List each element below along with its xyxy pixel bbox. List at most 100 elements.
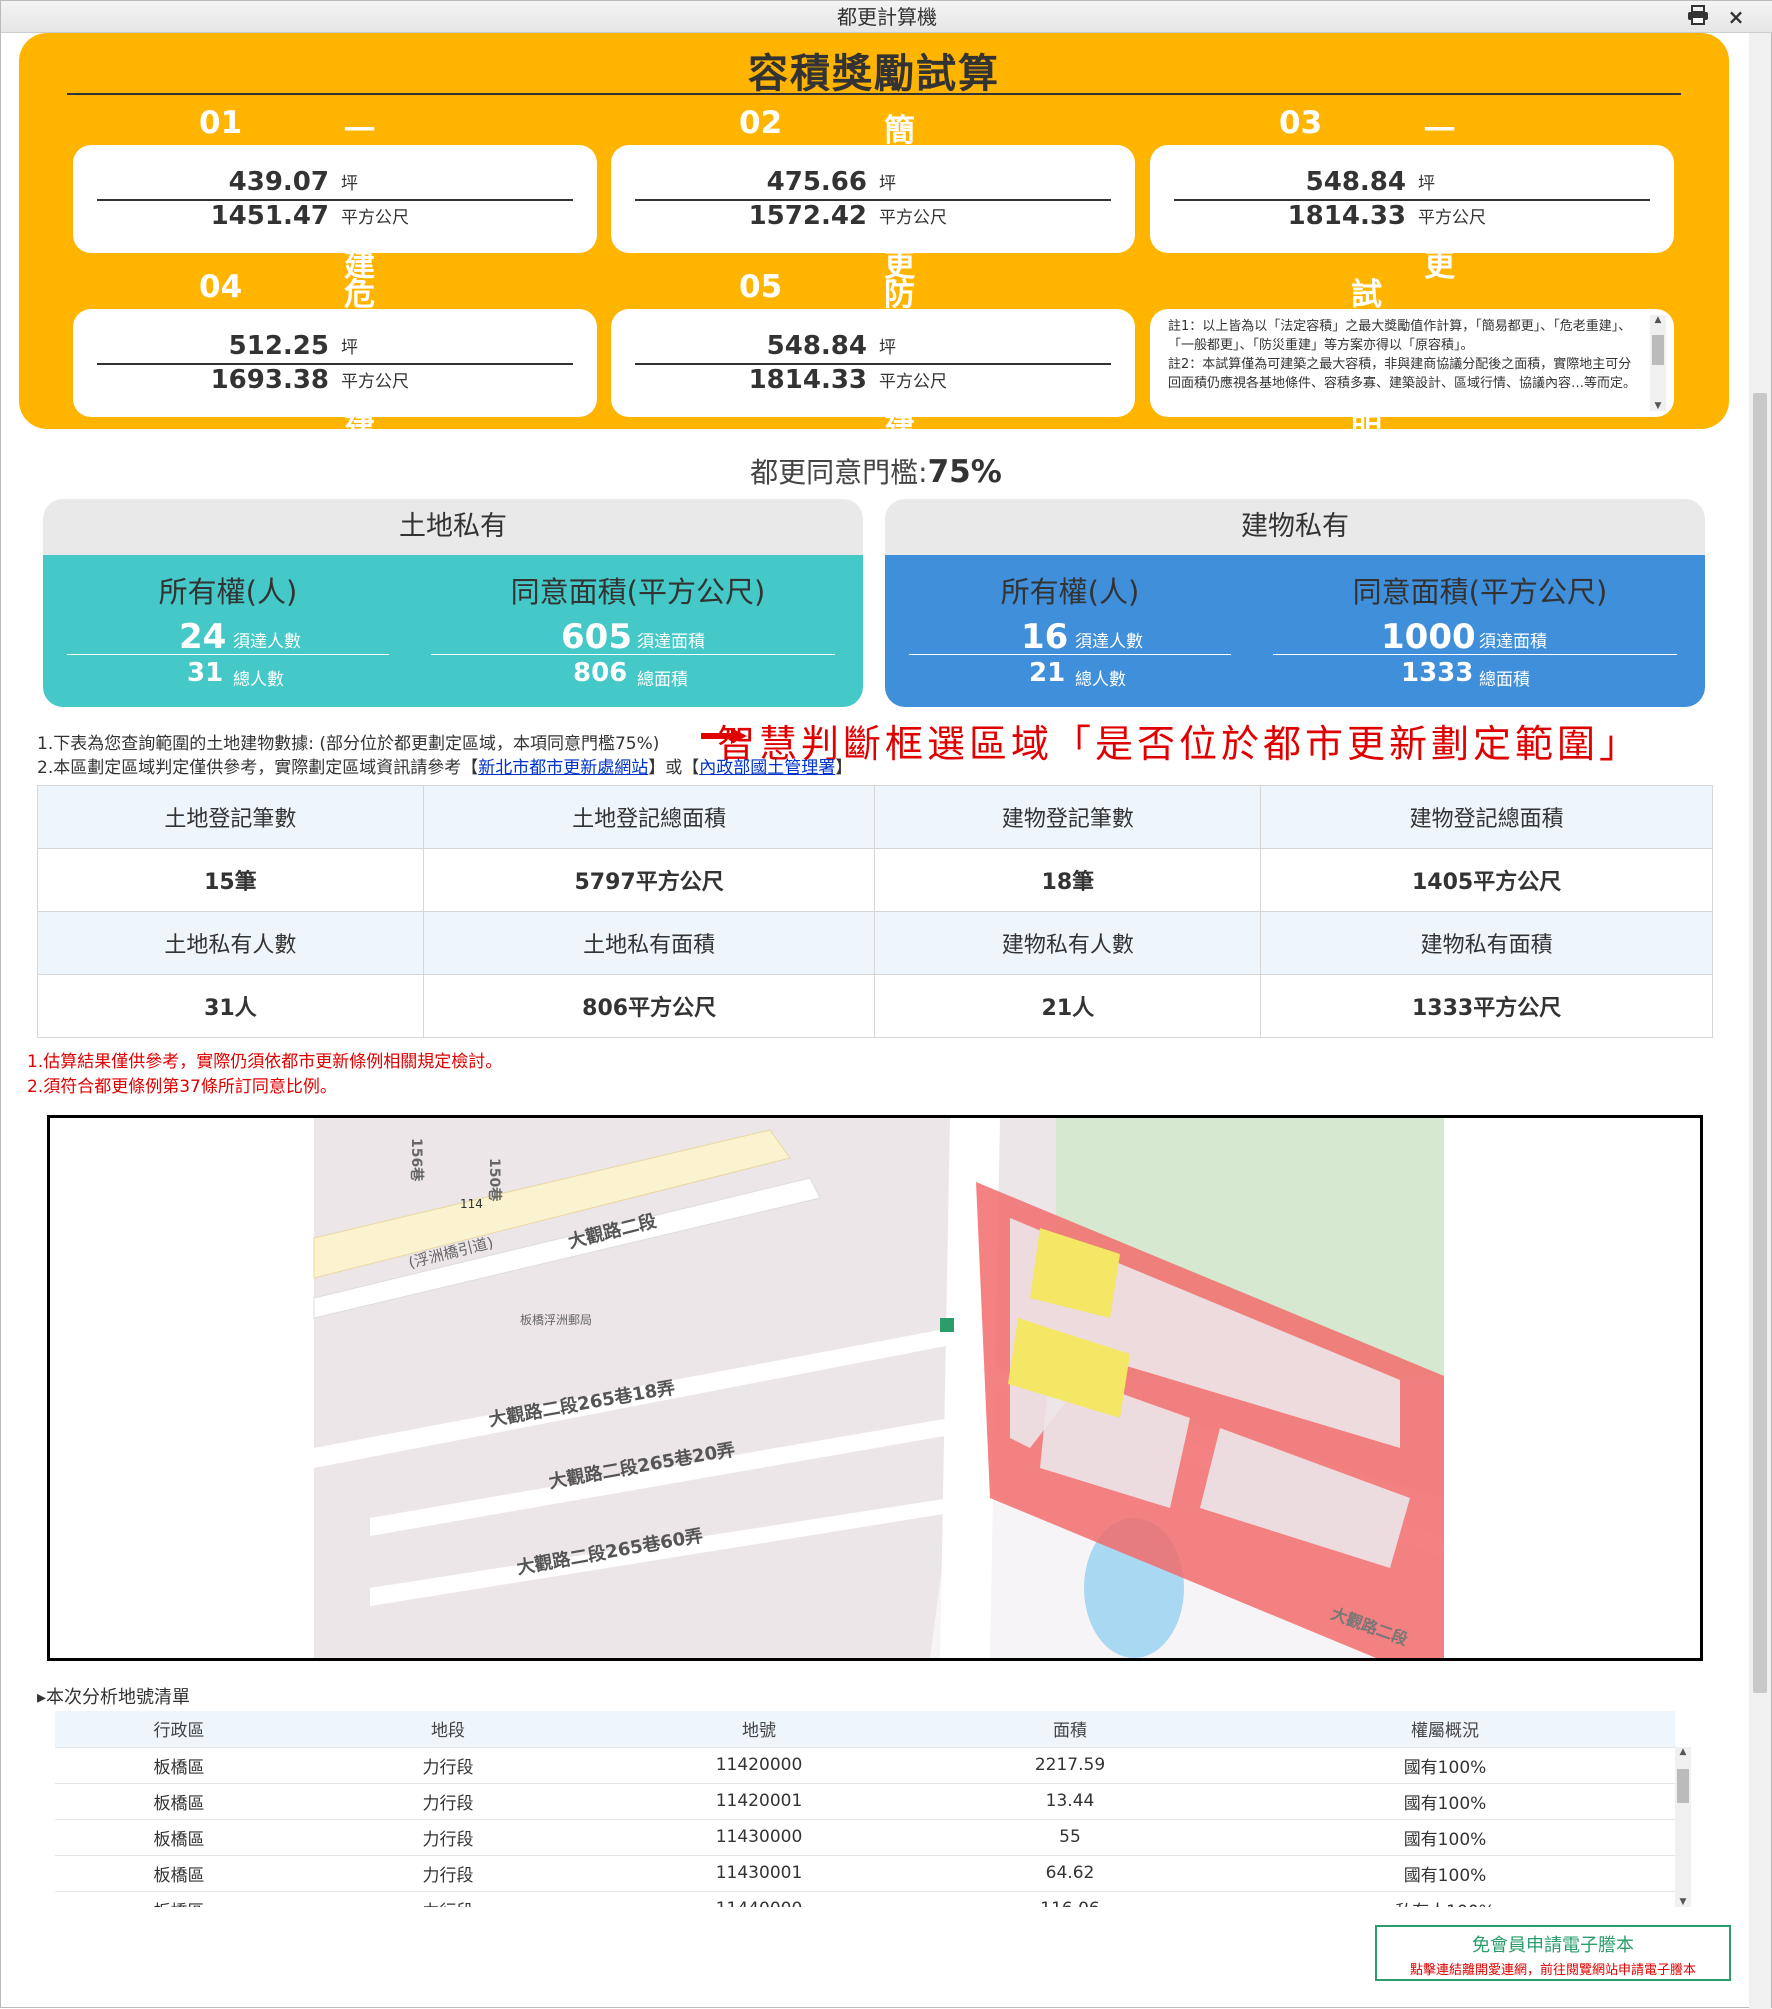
lots-table-wrapper[interactable]: 行政區 地段 地號 面積 權屬概況 板橋區 力行段 11420000 2217.59 國… bbox=[55, 1711, 1695, 1907]
far-bonus-panel: 容積獎勵試算 01 一般興建 02 簡易都更 03 一般都更 04 危老重建 0… bbox=[19, 33, 1729, 448]
table-header-cell: 土地私有面積 bbox=[422, 911, 876, 975]
table-cell: 18筆 bbox=[874, 848, 1262, 912]
far-ping-value: 548.84 bbox=[766, 331, 867, 361]
map-view[interactable]: 大觀路二段 大觀路二段265巷18弄 大觀路二段265巷20弄 大觀路二段265… bbox=[47, 1115, 1703, 1661]
far-box-divider bbox=[635, 199, 1111, 201]
page-scrollbar-thumb[interactable] bbox=[1753, 393, 1767, 1693]
divider bbox=[67, 654, 389, 655]
far-box-02: 475.66 坪 1572.42 平方公尺 bbox=[611, 145, 1135, 253]
e-transcript-title: 免會員申請電子謄本 bbox=[1472, 1935, 1634, 1956]
notes-scrollbar[interactable]: ▲ ▼ bbox=[1650, 315, 1666, 411]
table-cell: 13.44 bbox=[925, 1783, 1215, 1820]
far-num: 03 bbox=[1279, 105, 1323, 141]
notes-scrollbar-thumb[interactable] bbox=[1652, 335, 1664, 365]
table-cell: 力行段 bbox=[303, 1855, 593, 1892]
far-sqm-value: 1451.47 bbox=[210, 201, 329, 231]
unit-ping: 坪 bbox=[1418, 174, 1435, 194]
area-needed-label: 須達面積 bbox=[637, 632, 705, 652]
divider bbox=[909, 654, 1231, 655]
unit-sqm: 平方公尺 bbox=[879, 208, 947, 228]
threshold-label: 都更同意門檻: bbox=[750, 456, 928, 489]
page-scrollbar[interactable] bbox=[1749, 33, 1771, 2009]
far-box-divider bbox=[1174, 199, 1650, 201]
notes-text: 註1：以上皆為以「法定容積」之最大獎勵值作計算，「簡易都更」、「危老重建」、「一… bbox=[1168, 317, 1644, 393]
owners-header: 所有權(人) bbox=[158, 575, 298, 609]
map-canvas[interactable]: 大觀路二段 大觀路二段265巷18弄 大觀路二段265巷20弄 大觀路二段265… bbox=[50, 1118, 1700, 1658]
far-num: 02 bbox=[739, 105, 783, 141]
note-2: 註2：本試算僅為可建築之最大容積，非與建商協議分配後之面積，實際地主可分回面積仍… bbox=[1168, 357, 1637, 391]
table-header-cell: 地段 bbox=[303, 1711, 593, 1748]
scroll-up-icon[interactable]: ▲ bbox=[1650, 315, 1666, 325]
area-total: 1333 bbox=[1401, 658, 1474, 688]
lots-table: 行政區 地段 地號 面積 權屬概況 板橋區 力行段 11420000 2217.59 國… bbox=[55, 1711, 1675, 1907]
table-cell: 11440000 bbox=[593, 1891, 925, 1907]
table-header-cell: 行政區 bbox=[55, 1711, 303, 1748]
link-national-land-agency[interactable]: 內政部國土管理署 bbox=[699, 758, 835, 778]
owners-needed: 16 bbox=[1021, 617, 1069, 657]
e-transcript-button[interactable]: 免會員申請電子謄本 點擊連結離開愛連網，前往閱覽網站申請電子謄本 bbox=[1375, 1925, 1731, 1981]
area-needed-label: 須達面積 bbox=[1479, 632, 1547, 652]
far-num: 04 bbox=[199, 269, 243, 305]
table-row: 15筆 5797平方公尺 18筆 1405平方公尺 bbox=[37, 848, 1713, 912]
link-newtaipei-urban-renewal[interactable]: 新北市都市更新處網站 bbox=[478, 758, 648, 778]
info-text: 】 bbox=[835, 758, 853, 778]
table-header-cell: 建物私有人數 bbox=[874, 911, 1262, 975]
close-button[interactable]: × bbox=[1723, 5, 1749, 29]
unit-ping: 坪 bbox=[879, 174, 896, 194]
far-box-04: 512.25 坪 1693.38 平方公尺 bbox=[73, 309, 597, 417]
table-header-cell: 面積 bbox=[925, 1711, 1215, 1748]
far-num: 01 bbox=[199, 105, 243, 141]
table-header-cell: 建物登記總面積 bbox=[1260, 785, 1713, 849]
info-line-2: 2.本區劃定區域判定僅供參考，實際劃定區域資訊請參考【新北市都市更新處網站】或【… bbox=[37, 753, 852, 778]
far-box-divider bbox=[635, 363, 1111, 365]
table-cell: 板橋區 bbox=[55, 1891, 303, 1907]
land-private-panel: 土地私有 所有權(人) 同意面積(平方公尺) 24 須達人數 31 總人數 60… bbox=[43, 499, 863, 707]
table-cell: 力行段 bbox=[303, 1819, 593, 1856]
table-cell: 國有100% bbox=[1215, 1855, 1675, 1892]
lots-scrollbar-thumb[interactable] bbox=[1677, 1769, 1689, 1803]
table-row: 板橋區力行段11440000116.06私有人100% bbox=[55, 1891, 1675, 1907]
table-header-cell: 權屬概況 bbox=[1215, 1711, 1675, 1748]
table-cell: 力行段 bbox=[303, 1783, 593, 1820]
divider bbox=[1273, 654, 1677, 655]
table-cell: 板橋區 bbox=[55, 1819, 303, 1856]
owners-total-label: 總人數 bbox=[233, 670, 284, 690]
far-ping-value: 439.07 bbox=[228, 167, 329, 197]
e-transcript-subtitle: 點擊連結離開愛連網，前往閱覽網站申請電子謄本 bbox=[1409, 1963, 1696, 1978]
lots-list-title: ▸本次分析地號清單 bbox=[37, 1687, 191, 1708]
table-row: 行政區 地段 地號 面積 權屬概況 bbox=[55, 1711, 1675, 1748]
consent-threshold: 都更同意門檻:75% bbox=[1, 451, 1751, 491]
far-title-divider bbox=[67, 93, 1681, 95]
table-cell: 116.06 bbox=[925, 1891, 1215, 1907]
far-sqm-value: 1814.33 bbox=[748, 365, 867, 395]
unit-ping: 坪 bbox=[879, 338, 896, 358]
lots-scrollbar[interactable]: ▲ ▼ bbox=[1675, 1747, 1691, 1907]
table-header-cell: 土地私有人數 bbox=[37, 911, 424, 975]
window-title: 都更計算機 bbox=[837, 5, 937, 29]
scroll-down-icon[interactable]: ▼ bbox=[1675, 1897, 1691, 1907]
owners-total-label: 總人數 bbox=[1075, 670, 1126, 690]
table-cell: 1333平方公尺 bbox=[1260, 974, 1713, 1038]
table-cell: 力行段 bbox=[303, 1891, 593, 1907]
notes-box[interactable]: 註1：以上皆為以「法定容積」之最大獎勵值作計算，「簡易都更」、「危老重建」、「一… bbox=[1150, 309, 1674, 417]
table-cell: 11420001 bbox=[593, 1783, 925, 1820]
table-cell: 21人 bbox=[874, 974, 1262, 1038]
table-cell: 板橋區 bbox=[55, 1783, 303, 1820]
scroll-down-icon[interactable]: ▼ bbox=[1650, 401, 1666, 411]
area-total-label: 總面積 bbox=[1479, 670, 1530, 690]
far-ping-value: 475.66 bbox=[766, 167, 867, 197]
table-header-cell: 建物私有面積 bbox=[1260, 911, 1713, 975]
far-sqm-value: 1693.38 bbox=[210, 365, 329, 395]
note-1: 註1：以上皆為以「法定容積」之最大獎勵值作計算，「簡易都更」、「危老重建」、「一… bbox=[1168, 319, 1632, 353]
table-cell: 11420000 bbox=[593, 1747, 925, 1784]
scroll-up-icon[interactable]: ▲ bbox=[1675, 1747, 1691, 1757]
far-ping-value: 548.84 bbox=[1305, 167, 1406, 197]
area-header: 同意面積(平方公尺) bbox=[510, 575, 766, 609]
printer-icon[interactable] bbox=[1685, 5, 1711, 29]
land-panel-title: 土地私有 bbox=[43, 499, 863, 555]
unit-sqm: 平方公尺 bbox=[341, 208, 409, 228]
far-box-divider bbox=[97, 199, 573, 201]
far-box-01: 439.07 坪 1451.47 平方公尺 bbox=[73, 145, 597, 253]
owners-total: 31 bbox=[187, 658, 224, 688]
table-row: 土地登記筆數 土地登記總面積 建物登記筆數 建物登記總面積 bbox=[37, 785, 1713, 849]
